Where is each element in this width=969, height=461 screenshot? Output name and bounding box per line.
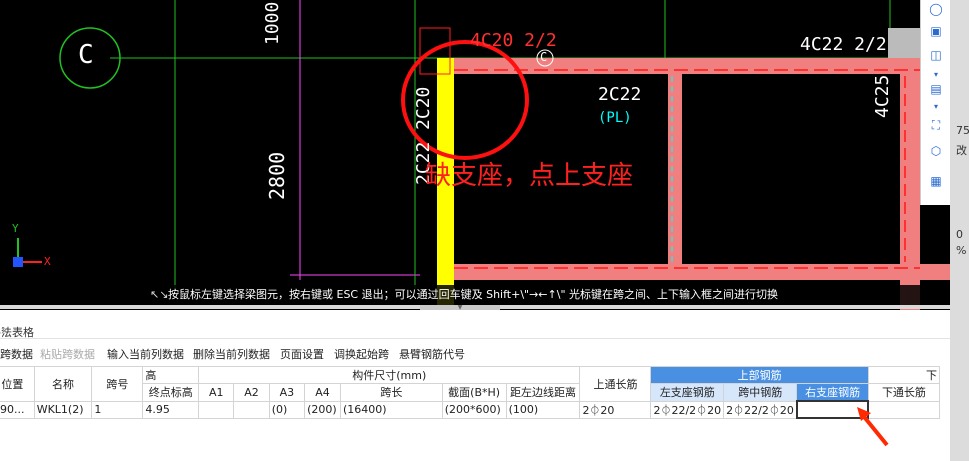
cad-canvas[interactable]: C 1000 2800 4C20 2/2 4C22 2/2 2C20 2C22 …	[0, 0, 969, 310]
right-panel-value: 改	[956, 144, 967, 157]
header-bottom-group: 下	[867, 366, 941, 384]
header-top-through: 上通长筋	[579, 366, 652, 402]
panel-header: 平法表格 ×	[0, 320, 950, 339]
swap-start-span-button[interactable]: 调换起始跨	[334, 346, 389, 362]
delete-column-button[interactable]: 删除当前列数据	[193, 346, 270, 362]
header-top-rebar: 上部钢筋	[650, 366, 869, 384]
cell-section[interactable]: (200*600)	[441, 400, 507, 419]
cell-elevation-end[interactable]: 4.95	[142, 400, 200, 419]
header-name: 名称	[33, 366, 93, 402]
cell-left-support[interactable]: 2⏀22/2⏀20	[650, 400, 725, 419]
dimension-1000: 1000	[262, 1, 283, 45]
axis-x-label: X	[44, 255, 51, 268]
header-position: 位置	[0, 366, 35, 402]
status-bar: ↖↘ 按鼠标左键选择梁图元，按右键或 ESC 退出；可以通过回车键及 Shift…	[0, 285, 922, 305]
cell-position[interactable]: 590...	[0, 400, 35, 419]
middle-beam-vertical	[668, 74, 682, 264]
bottom-beam	[450, 264, 969, 280]
axis-y-label: Y	[12, 222, 19, 235]
right-beam-vertical	[900, 40, 920, 310]
view-toolbar: ◯ ▣ ◫ ▾ ▤ ▾ ⛶ ⬡ ▦	[920, 0, 951, 205]
top-beam	[450, 58, 969, 74]
cube-icon[interactable]: ◫	[927, 46, 945, 64]
status-text: 按鼠标左键选择梁图元，按右键或 ESC 退出；可以通过回车键及 Shift+\"…	[168, 288, 778, 301]
header-left-support: 左支座钢筋	[650, 383, 725, 402]
sphere-icon[interactable]: ◯	[927, 0, 945, 18]
rebar-label-left-vertical: 2C20	[413, 86, 434, 130]
header-span-length: 跨长	[340, 383, 443, 402]
close-icon[interactable]: ×	[0, 324, 944, 337]
rebar-label-right-vertical: 4C25	[872, 74, 893, 118]
cell-a3[interactable]: (0)	[268, 400, 306, 419]
cell-distance-edge[interactable]: (100)	[505, 400, 581, 419]
cell-a4[interactable]: (200)	[304, 400, 341, 419]
header-elevation: 高	[142, 366, 200, 384]
header-section: 截面(B*H)	[441, 383, 507, 402]
header-a2: A2	[233, 383, 270, 402]
3d-view-icon[interactable]: ▣	[927, 22, 945, 40]
table-row[interactable]: 590... WKL1(2) 1 4.95 (0) (200) (16400) …	[0, 400, 941, 419]
cell-top-through[interactable]: 2⏀20	[579, 400, 652, 419]
node-label: C	[540, 50, 548, 64]
header-member-size: 构件尺寸(mm)	[198, 366, 581, 384]
header-right-support: 右支座钢筋	[796, 383, 869, 402]
header-a4: A4	[304, 383, 341, 402]
header-bottom-through: 下通长筋	[867, 383, 941, 402]
rebar-tag-center: (PL)	[598, 110, 632, 126]
header-a1: A1	[198, 383, 235, 402]
table-panel: 平法表格 × 跨数据 粘贴跨数据 输入当前列数据 删除当前列数据 页面设置 调换…	[0, 310, 950, 461]
right-panel-value: 75	[956, 124, 969, 137]
rebar-label-top-left: 4C20 2/2	[470, 30, 557, 51]
cantilever-code-button[interactable]: 悬臂钢筋代号	[399, 346, 465, 362]
rebar-label-center: 2C22	[598, 84, 642, 105]
pointer-arrow	[857, 407, 889, 447]
page-setup-button[interactable]: 页面设置	[280, 346, 324, 362]
cell-span-length[interactable]: (16400)	[340, 400, 443, 419]
cell-a1[interactable]	[198, 400, 235, 419]
cell-a2[interactable]	[233, 400, 270, 419]
splitter[interactable]: ▼	[0, 305, 950, 311]
report-icon[interactable]: ▦	[927, 172, 945, 190]
paste-span-data-button[interactable]: 粘贴跨数据	[40, 346, 95, 362]
cell-span-no[interactable]: 1	[91, 400, 144, 419]
header-mid-span: 跨中钢筋	[723, 383, 798, 402]
right-panel-value: 0	[956, 228, 963, 241]
header-distance-edge: 距左边线距离	[505, 383, 581, 402]
beam-table: 位置 名称 跨号 高 构件尺寸(mm) 上通长筋 上部钢筋 下 终点标高 A1 …	[0, 366, 941, 419]
box-icon[interactable]: ▤	[927, 80, 945, 98]
select-region-icon[interactable]: ⛶	[927, 116, 945, 134]
chevron-down-icon[interactable]: ▾	[927, 98, 945, 116]
header-span-no: 跨号	[91, 366, 144, 402]
input-column-button[interactable]: 输入当前列数据	[107, 346, 184, 362]
instruction-annotation: 缺支座，点上支座	[425, 161, 634, 191]
header-elevation-end: 终点标高	[142, 383, 200, 402]
cell-name[interactable]: WKL1(2)	[33, 400, 93, 419]
view-corner-block	[888, 28, 920, 58]
ucs-origin	[13, 257, 23, 267]
right-side-panel: 75 改 0 %	[950, 0, 969, 461]
right-panel-value: %	[956, 244, 967, 257]
rebar-label-top-right: 4C22 2/2	[800, 34, 887, 55]
cursor-icon: ↖↘	[150, 288, 169, 301]
grid-bubble-label: C	[78, 40, 94, 70]
cell-mid-span[interactable]: 2⏀22/2⏀20	[723, 400, 798, 419]
dimension-2800: 2800	[265, 151, 289, 200]
settings-cube-icon[interactable]: ⬡	[927, 142, 945, 160]
span-data-button[interactable]: 跨数据	[0, 346, 33, 362]
header-a3: A3	[268, 383, 306, 402]
